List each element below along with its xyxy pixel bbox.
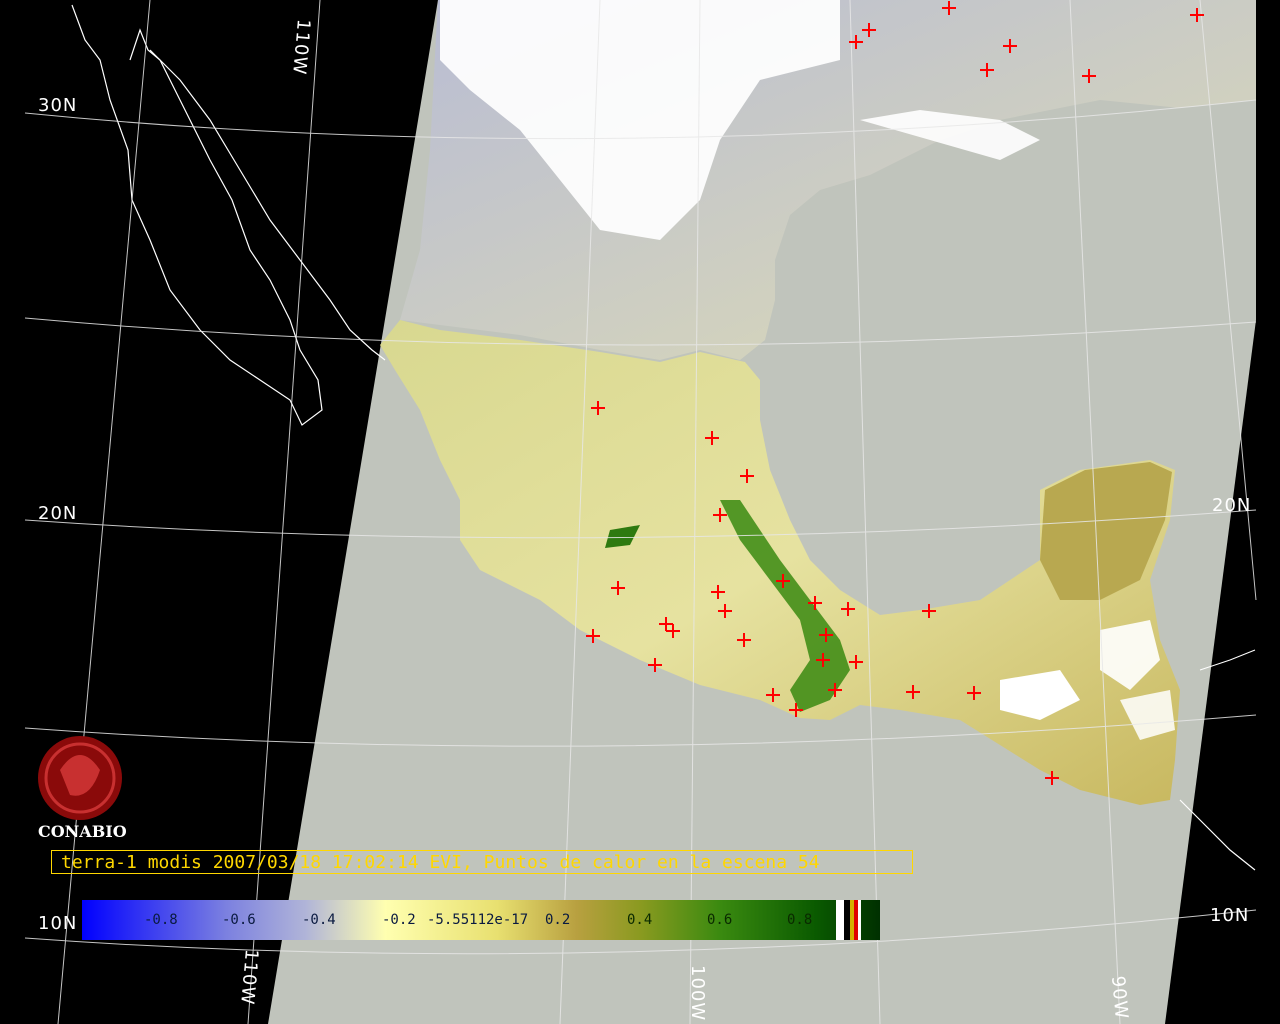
colorbar-tick: -5.55112e-17 bbox=[427, 912, 529, 928]
grid-label-20n-right: 20N bbox=[1212, 495, 1252, 516]
grid-label-20n-left: 20N bbox=[38, 503, 78, 524]
grid-label-90w: 90W bbox=[1107, 975, 1132, 1021]
grid-label-10n-left: 10N bbox=[38, 913, 78, 934]
scene-caption: terra-1 modis 2007/03/18 17:02:14 EVI, P… bbox=[51, 850, 913, 874]
colorbar-tick: 0.6 bbox=[707, 912, 733, 928]
conabio-logo-text: CONABIO bbox=[38, 822, 127, 841]
colorbar-tick: 0.2 bbox=[545, 912, 571, 928]
colorbar-tick: 0.8 bbox=[787, 912, 813, 928]
evi-colorbar: -0.8 -0.6 -0.4 -0.2 -5.55112e-17 0.2 0.4… bbox=[82, 900, 880, 940]
grid-label-100w: 100W bbox=[687, 965, 708, 1022]
colorbar-swatch-white-2 bbox=[858, 900, 861, 940]
colorbar-tick: -0.4 bbox=[302, 912, 336, 928]
colorbar-tick: -0.6 bbox=[222, 912, 256, 928]
conabio-seal-icon bbox=[38, 736, 122, 820]
colorbar-tick: -0.2 bbox=[382, 912, 416, 928]
grid-label-10n-right: 10N bbox=[1210, 905, 1250, 926]
colorbar-swatch-white bbox=[836, 900, 844, 940]
colorbar-tick: -0.8 bbox=[144, 912, 178, 928]
colorbar-tick: 0.4 bbox=[627, 912, 653, 928]
grid-label-30n: 30N bbox=[38, 95, 78, 116]
